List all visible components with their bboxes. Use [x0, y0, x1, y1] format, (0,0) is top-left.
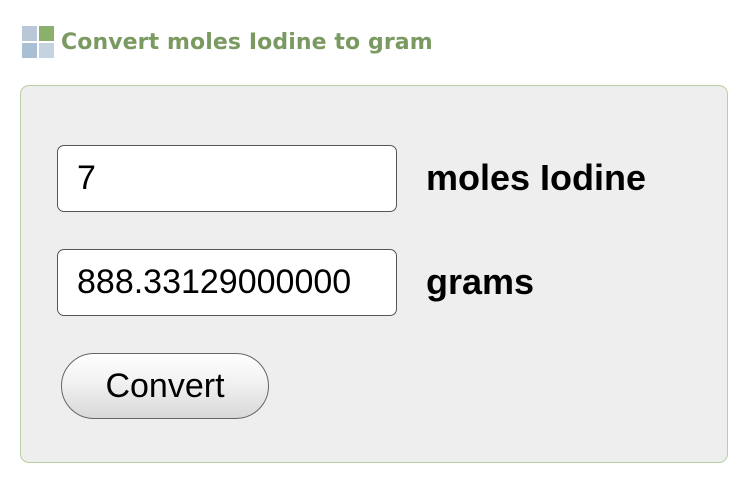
grams-input[interactable] [57, 249, 397, 316]
moles-unit-label: moles Iodine [426, 157, 647, 198]
page-title: Convert moles Iodine to gram [61, 29, 433, 55]
converter-panel: moles Iodine grams Convert [20, 85, 728, 463]
grams-unit-label: grams [426, 261, 535, 302]
convert-button[interactable]: Convert [61, 353, 269, 419]
moles-input[interactable] [57, 145, 397, 212]
page-header: Convert moles Iodine to gram [22, 25, 433, 59]
grid-logo-icon [22, 26, 54, 58]
